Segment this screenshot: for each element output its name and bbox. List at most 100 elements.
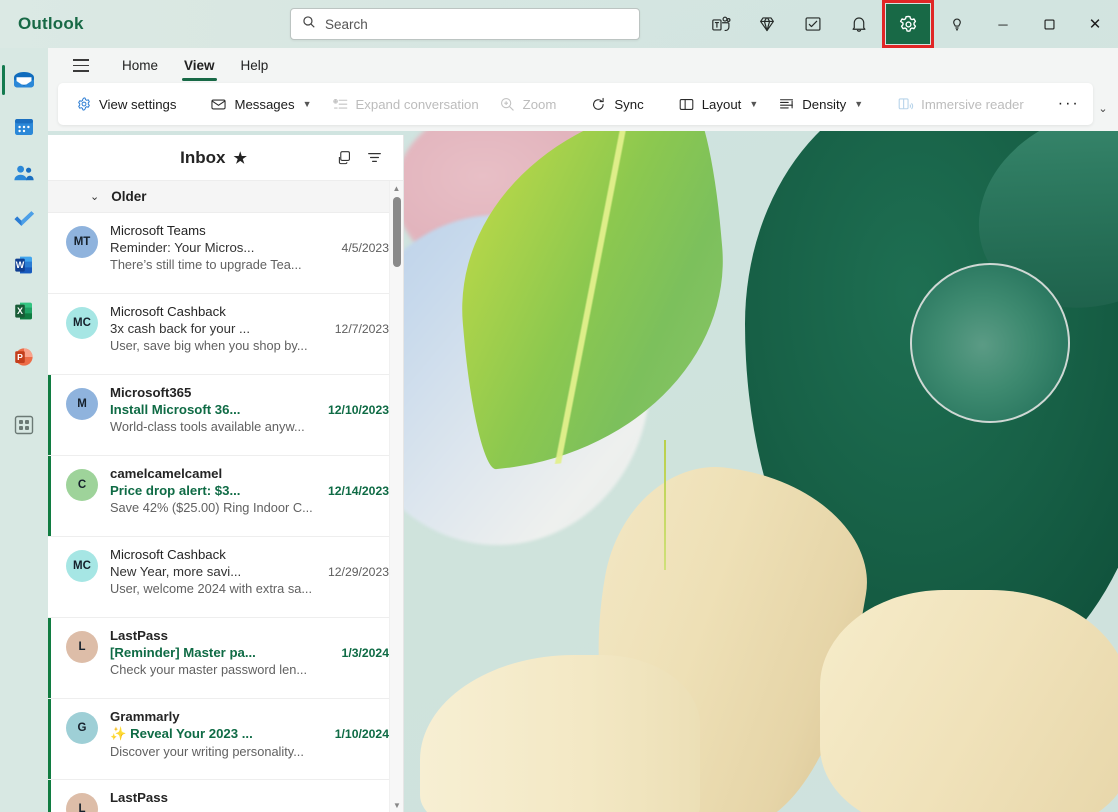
message-subject: Reminder: Your Micros... — [110, 240, 255, 255]
message-date: 12/10/2023 — [328, 403, 389, 417]
message-preview: User, welcome 2024 with extra sa... — [110, 581, 312, 596]
lightbulb-icon[interactable] — [934, 0, 980, 48]
density-button[interactable]: Density ▼ — [768, 88, 873, 120]
message-date: 1/10/2024 — [334, 727, 389, 741]
favorite-star-icon: ★ — [233, 149, 247, 167]
message-preview: There’s still time to upgrade Tea... — [110, 257, 302, 272]
settings-button-wrapper — [882, 0, 934, 48]
tab-view[interactable]: View — [172, 49, 227, 83]
diamond-icon[interactable] — [744, 0, 790, 48]
message-date: 4/5/2023 — [341, 241, 389, 255]
density-icon — [780, 98, 794, 108]
todo-icon — [14, 211, 34, 226]
message-list-scrollbar[interactable]: ▲ ▼ — [389, 181, 403, 812]
message-date: 12/29/2023 — [328, 565, 389, 579]
immersive-reader-label: Immersive reader — [921, 96, 1024, 112]
ribbon-overflow-button[interactable]: ··· — [1048, 88, 1090, 120]
filter-icon[interactable] — [359, 143, 389, 173]
ribbon-command-bar: View settings Messages ▼ Expand conversa… — [58, 83, 1093, 125]
svg-text:X: X — [17, 306, 23, 316]
rail-item-word[interactable]: W — [0, 242, 48, 288]
menu-hamburger-icon[interactable] — [64, 51, 98, 81]
rail-item-apps[interactable] — [0, 402, 48, 448]
rail-item-calendar[interactable] — [0, 104, 48, 150]
bell-icon[interactable] — [836, 0, 882, 48]
message-sender: Microsoft Cashback — [110, 547, 226, 562]
zoom-in-icon — [500, 97, 514, 111]
message-sender: LastPass — [110, 790, 168, 805]
message-list-item[interactable]: MC Microsoft Cashback 3x cash back for y… — [48, 294, 403, 375]
calendar-icon — [15, 119, 33, 135]
message-list-item[interactable]: L LastPass — [48, 780, 403, 812]
avatar: L — [66, 631, 98, 663]
background-shape-cream-c — [420, 655, 700, 812]
message-preview: Check your master password len... — [110, 662, 308, 677]
tasks-icon[interactable] — [790, 0, 836, 48]
messages-label: Messages — [234, 96, 295, 112]
rail-item-excel[interactable]: X — [0, 288, 48, 334]
sync-button[interactable]: Sync — [580, 88, 653, 120]
messages-button[interactable]: Messages ▼ — [200, 88, 321, 120]
rail-item-todo[interactable] — [0, 196, 48, 242]
message-list-item[interactable]: L LastPass [Reminder] Master pa... 1/3/2… — [48, 618, 403, 699]
sync-label: Sync — [614, 96, 644, 112]
select-mode-icon[interactable] — [329, 143, 359, 173]
zoom-label: Zoom — [522, 96, 557, 112]
message-sender: Microsoft Teams — [110, 223, 206, 238]
minimize-button[interactable]: ─ — [980, 0, 1026, 48]
search-input[interactable]: Search — [290, 8, 640, 40]
message-subject: [Reminder] Master pa... — [110, 645, 256, 660]
message-subject: Price drop alert: $3... — [110, 483, 241, 498]
folder-name: Inbox — [180, 147, 226, 167]
background-shape-leaf — [445, 98, 742, 471]
zoom-button[interactable]: Zoom — [489, 88, 567, 120]
maximize-button[interactable] — [1026, 0, 1072, 48]
search-placeholder: Search — [325, 16, 368, 32]
avatar: MT — [66, 226, 98, 258]
title-bar: Outlook Search ─ ✕ — [0, 0, 1118, 48]
scroll-down-arrow-icon[interactable]: ▼ — [390, 798, 404, 812]
collapse-ribbon-chevron[interactable]: ⌄ — [1090, 95, 1116, 121]
expand-conversation-button[interactable]: Expand conversation — [322, 88, 489, 120]
rail-item-powerpoint[interactable]: P — [0, 334, 48, 380]
message-list-item[interactable]: M Microsoft365 Install Microsoft 36... 1… — [48, 375, 403, 456]
close-button[interactable]: ✕ — [1072, 0, 1118, 48]
view-settings-button[interactable]: View settings — [66, 88, 186, 120]
tab-help[interactable]: Help — [229, 49, 281, 83]
avatar: C — [66, 469, 98, 501]
folder-title: Inbox ★ — [62, 148, 329, 168]
app-title: Outlook — [18, 14, 84, 33]
rail-item-people[interactable] — [0, 150, 48, 196]
titlebar-icon-group — [698, 0, 980, 48]
message-list-item[interactable]: MC Microsoft Cashback New Year, more sav… — [48, 537, 403, 618]
message-date: 12/14/2023 — [328, 484, 389, 498]
message-list-item[interactable]: C camelcamelcamel Price drop alert: $3..… — [48, 456, 403, 537]
teams-icon[interactable] — [698, 0, 744, 48]
immersive-reader-button[interactable]: Immersive reader — [887, 88, 1034, 120]
rail-item-mail[interactable] — [0, 58, 48, 104]
message-preview: World-class tools available anyw... — [110, 419, 305, 434]
settings-button[interactable] — [886, 4, 930, 44]
ribbon-area: Home View Help View settings Messages ▼ — [48, 48, 1118, 131]
layout-label: Layout — [701, 96, 742, 112]
message-group-header[interactable]: ⌄ Older — [48, 181, 403, 213]
message-subject: Install Microsoft 36... — [110, 402, 241, 417]
message-list-item[interactable]: MT Microsoft Teams Reminder: Your Micros… — [48, 213, 403, 294]
layout-button[interactable]: Layout ▼ — [668, 88, 769, 120]
message-list-item[interactable]: G Grammarly ✨ Reveal Your 2023 ... 1/10/… — [48, 699, 403, 780]
mail-icon — [14, 72, 34, 88]
app-rail: W X P — [0, 48, 48, 812]
message-list-pane: Inbox ★ ⌄ Older MT Microsoft Teams Remin… — [48, 135, 404, 812]
message-sender: Grammarly — [110, 709, 180, 724]
message-subject: New Year, more savi... — [110, 564, 242, 579]
scroll-up-arrow-icon[interactable]: ▲ — [390, 181, 403, 195]
tab-home[interactable]: Home — [110, 49, 170, 83]
avatar: L — [66, 793, 98, 812]
leaf-stem — [664, 440, 666, 570]
search-icon — [302, 15, 316, 34]
layout-icon — [679, 98, 694, 110]
avatar: M — [66, 388, 98, 420]
message-preview: Save 42% ($25.00) Ring Indoor C... — [110, 500, 313, 515]
scrollbar-thumb[interactable] — [393, 197, 401, 267]
word-icon: W — [15, 256, 32, 274]
